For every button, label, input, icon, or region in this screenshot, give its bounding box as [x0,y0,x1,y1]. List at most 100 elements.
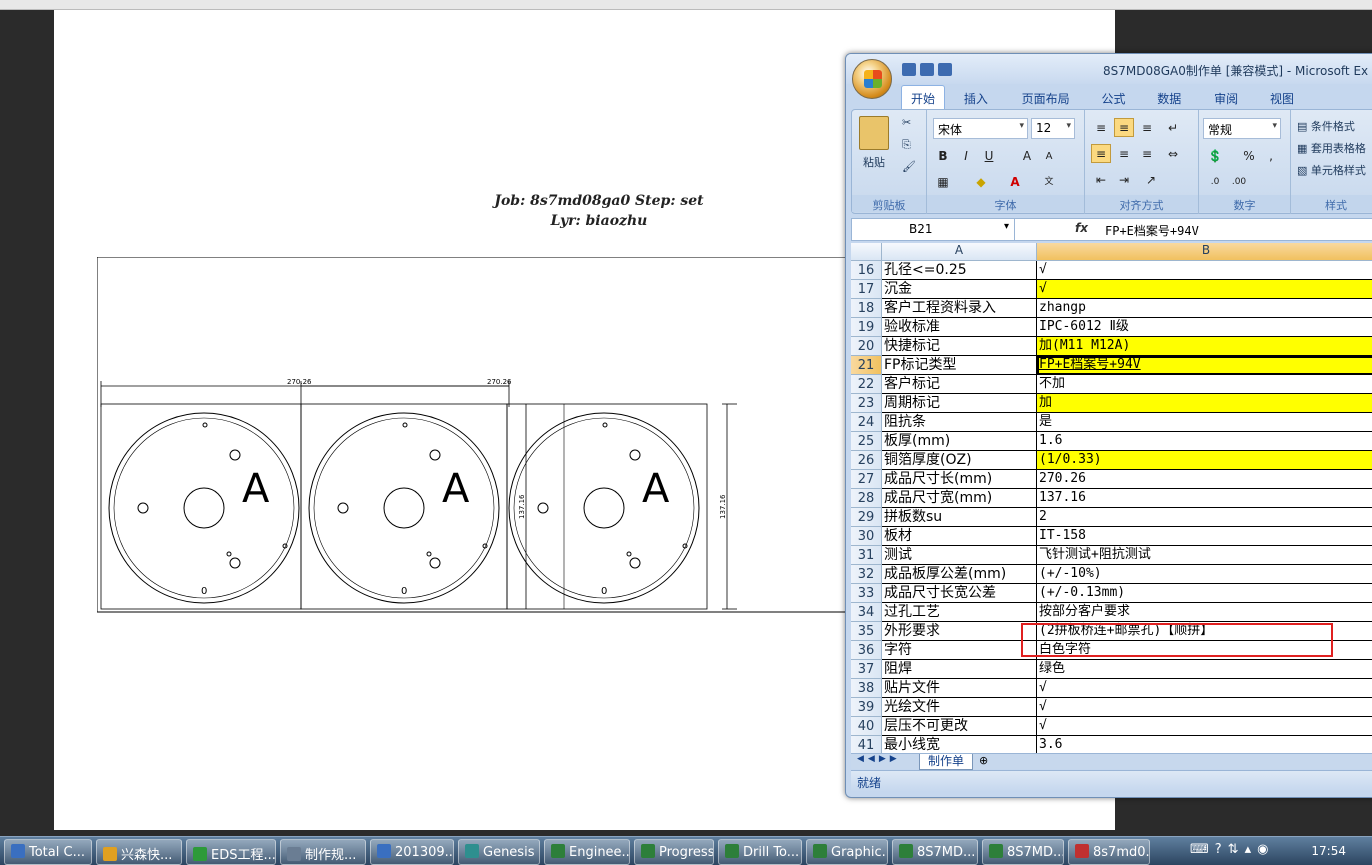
shrink-font-icon[interactable]: A [1039,146,1059,165]
percent-icon[interactable]: % [1239,146,1259,165]
save-icon[interactable] [902,62,916,76]
cell-a[interactable]: 最小线宽 [882,736,1037,753]
cut-icon[interactable]: ✂ [902,116,911,129]
tab-page-layout[interactable]: 页面布局 [1007,86,1085,111]
row-number[interactable]: 20 [851,337,882,356]
cell-a[interactable]: 验收标准 [882,318,1037,337]
cell-a[interactable]: 成品板厚公差(mm) [882,565,1037,584]
keyboard-icon[interactable]: ⌨ [1190,842,1215,857]
font-name-combo[interactable]: 宋体 [933,118,1028,139]
cell-b[interactable]: √ [1037,679,1372,698]
increase-indent-icon[interactable]: ⇥ [1114,170,1134,189]
cell-b[interactable]: 加(M11 M12A) [1037,337,1372,356]
orientation-icon[interactable]: ↗ [1141,170,1161,189]
taskbar-button[interactable]: Drill To... [718,839,802,865]
cell-a[interactable]: 成品尺寸长(mm) [882,470,1037,489]
wrap-text-icon[interactable]: ↵ [1163,118,1183,137]
sheet-tab-production[interactable]: 制作单 [919,754,973,770]
cell-b[interactable]: (+/-0.13mm) [1037,584,1372,603]
row-number[interactable]: 23 [851,394,882,413]
row-number[interactable]: 38 [851,679,882,698]
borders-icon[interactable]: ▦ [933,172,953,191]
sheet-nav-arrows[interactable]: ◀◀▶▶ [857,754,901,764]
taskbar-button[interactable]: EDS工程... [186,839,276,865]
row-number[interactable]: 25 [851,432,882,451]
row-number[interactable]: 33 [851,584,882,603]
row-number[interactable]: 34 [851,603,882,622]
cell-a[interactable]: 板厚(mm) [882,432,1037,451]
underline-button[interactable]: U [979,146,999,165]
insert-sheet-icon[interactable]: ⊕ [979,754,988,767]
align-top-icon[interactable]: ≡ [1091,118,1111,137]
taskbar-button[interactable]: 兴森快... [96,839,182,865]
merge-center-icon[interactable]: ⇔ [1163,144,1183,163]
taskbar-button[interactable]: 201309... [370,839,454,865]
cell-a[interactable]: 贴片文件 [882,679,1037,698]
cell-b[interactable]: 是 [1037,413,1372,432]
cell-a[interactable]: 过孔工艺 [882,603,1037,622]
taskbar-button[interactable]: 8S7MD... [982,839,1064,865]
row-number[interactable]: 31 [851,546,882,565]
column-header-b[interactable]: B [1037,243,1372,261]
cell-a[interactable]: 客户工程资料录入 [882,299,1037,318]
clock[interactable]: 17:54 [1311,844,1346,858]
row-number[interactable]: 21 [851,356,882,375]
tab-review[interactable]: 审阅 [1200,86,1252,111]
cell-b[interactable]: FP+E档案号+94V [1037,356,1372,375]
cell-a[interactable]: 阻抗条 [882,413,1037,432]
taskbar-button[interactable]: Total C... [4,839,92,865]
cell-b[interactable]: √ [1037,698,1372,717]
row-number[interactable]: 22 [851,375,882,394]
tab-insert[interactable]: 插入 [949,86,1003,111]
cell-a[interactable]: 成品尺寸宽(mm) [882,489,1037,508]
row-number[interactable]: 18 [851,299,882,318]
cell-b[interactable]: IPC-6012 Ⅱ级 [1037,318,1372,337]
format-as-table-button[interactable]: ▦ 套用表格格 [1297,140,1366,156]
undo-icon[interactable] [920,62,934,76]
cell-b[interactable]: 2 [1037,508,1372,527]
row-number[interactable]: 36 [851,641,882,660]
cell-a[interactable]: 字符 [882,641,1037,660]
cell-b[interactable]: (1/0.33) [1037,451,1372,470]
cell-b[interactable]: (+/-10%) [1037,565,1372,584]
cell-b[interactable]: 按部分客户要求 [1037,603,1372,622]
row-number[interactable]: 28 [851,489,882,508]
cell-b[interactable]: 3.6 [1037,736,1372,753]
align-right-icon[interactable]: ≡ [1137,144,1157,163]
number-format-combo[interactable]: 常规 [1203,118,1281,139]
cell-a[interactable]: 铜箔厚度(OZ) [882,451,1037,470]
align-bottom-icon[interactable]: ≡ [1137,118,1157,137]
copy-icon[interactable]: ⎘ [902,138,911,152]
formula-input[interactable]: FP+E档案号+94V [1105,222,1199,239]
network-icon[interactable]: ⇅ [1228,842,1245,857]
font-color-icon[interactable]: A [1005,172,1025,191]
tab-home[interactable]: 开始 [901,85,945,111]
row-number[interactable]: 35 [851,622,882,641]
conditional-format-button[interactable]: ▤ 条件格式 [1297,118,1355,134]
taskbar-button[interactable]: 制作规... [280,839,366,865]
tab-view[interactable]: 视图 [1256,86,1308,111]
cell-a[interactable]: 成品尺寸长宽公差 [882,584,1037,603]
cell-b[interactable]: zhangp [1037,299,1372,318]
cell-a[interactable]: 光绘文件 [882,698,1037,717]
row-number[interactable]: 27 [851,470,882,489]
align-middle-icon[interactable]: ≡ [1114,118,1134,137]
office-button[interactable] [852,59,892,99]
italic-button[interactable]: I [956,146,976,165]
cell-b[interactable]: 137.16 [1037,489,1372,508]
cell-b[interactable]: √ [1037,280,1372,299]
speaker-icon[interactable]: ◉ [1257,842,1274,857]
cell-a[interactable]: 孔径<=0.25 [882,261,1037,280]
tray-up-icon[interactable]: ▴ [1245,842,1258,857]
cell-a[interactable]: 客户标记 [882,375,1037,394]
taskbar-button[interactable]: 8s7md0... [1068,839,1150,865]
grow-font-icon[interactable]: A [1017,146,1037,165]
cell-b[interactable]: 不加 [1037,375,1372,394]
row-number[interactable]: 40 [851,717,882,736]
cell-b[interactable]: IT-158 [1037,527,1372,546]
taskbar-button[interactable]: Progress [634,839,714,865]
paste-icon[interactable] [859,116,889,150]
cell-b[interactable]: 1.6 [1037,432,1372,451]
row-number[interactable]: 19 [851,318,882,337]
column-header-a[interactable]: A [882,243,1037,261]
